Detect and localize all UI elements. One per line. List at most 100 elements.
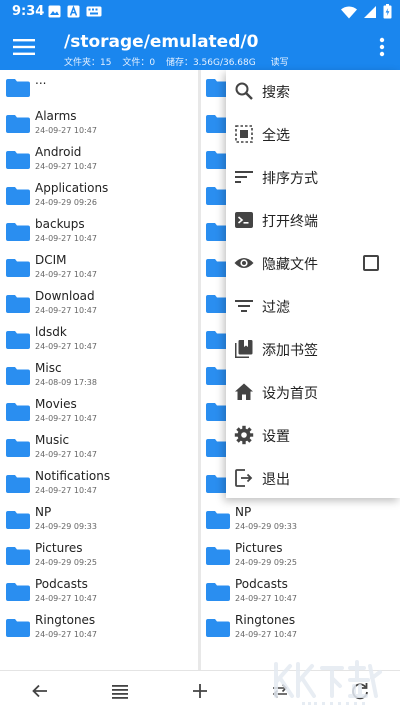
folder-row[interactable]: Movies 24-09-27 10:47 xyxy=(0,394,198,430)
more-options-icon[interactable] xyxy=(374,36,390,58)
file-name: Pictures xyxy=(235,541,283,555)
file-date: 24-09-29 09:33 xyxy=(35,522,97,531)
file-date: 24-09-27 10:47 xyxy=(235,630,297,639)
folder-row[interactable]: Music 24-09-27 10:47 xyxy=(0,430,198,466)
file-date: 24-09-27 10:47 xyxy=(35,486,97,495)
folder-row[interactable]: Ringtones 24-09-27 10:47 xyxy=(201,610,400,646)
overflow-menu: 搜索 全选 排序方式 打开终端 隐藏文件 过滤 添加书签 设为首页 设置 退出 xyxy=(226,70,400,498)
sort-icon xyxy=(235,171,253,183)
file-date: 24-09-27 10:47 xyxy=(35,342,97,351)
folder-icon xyxy=(6,583,30,601)
status-bar: 9:34 xyxy=(0,0,400,24)
menu-item-label: 隐藏文件 xyxy=(262,257,318,273)
home-icon xyxy=(235,383,253,400)
folder-icon xyxy=(206,511,230,529)
parent-folder-row[interactable]: ... xyxy=(0,70,198,106)
menu-item-label: 设置 xyxy=(262,429,290,445)
gear-icon xyxy=(234,425,254,445)
folder-row[interactable]: DCIM 24-09-27 10:47 xyxy=(0,250,198,286)
file-name: backups xyxy=(35,217,85,231)
file-date: 24-09-27 10:47 xyxy=(35,234,97,243)
folder-icon xyxy=(6,259,30,277)
battery-icon xyxy=(383,4,392,19)
filter-icon xyxy=(235,300,253,312)
file-date: 24-09-27 10:47 xyxy=(235,594,297,603)
file-date: 24-08-09 17:38 xyxy=(35,378,97,387)
folder-row[interactable]: NP 24-09-29 09:33 xyxy=(201,502,400,538)
file-date: 24-09-27 10:47 xyxy=(35,126,97,135)
file-date: 24-09-29 09:25 xyxy=(235,558,297,567)
folder-row[interactable]: ldsdk 24-09-27 10:47 xyxy=(0,322,198,358)
file-date: 24-09-29 09:26 xyxy=(35,198,97,207)
folder-icon xyxy=(6,439,30,457)
menu-item-label: 打开终端 xyxy=(262,214,318,230)
folder-row[interactable]: Download 24-09-27 10:47 xyxy=(0,286,198,322)
folder-icon xyxy=(6,295,30,313)
menu-item-search[interactable]: 搜索 xyxy=(226,70,400,113)
exit-icon xyxy=(235,469,253,487)
menu-item-sort[interactable]: 排序方式 xyxy=(226,156,400,199)
menu-item-label: 过滤 xyxy=(262,300,290,316)
menu-item-set-home[interactable]: 设为首页 xyxy=(226,371,400,414)
file-name: ... xyxy=(35,73,47,87)
wifi-icon xyxy=(341,5,357,19)
folder-row[interactable]: Notifications 24-09-27 10:47 xyxy=(0,466,198,502)
add-icon[interactable] xyxy=(190,681,210,701)
folder-row[interactable]: backups 24-09-27 10:47 xyxy=(0,214,198,250)
terminal-icon xyxy=(235,212,253,228)
file-name: Android xyxy=(35,145,82,159)
folder-icon xyxy=(6,511,30,529)
app-bar: /storage/emulated/0 文件夹：15 文件：0 储存：3.56G… xyxy=(0,24,400,70)
file-date: 24-09-27 10:47 xyxy=(35,450,97,459)
file-name: NP xyxy=(35,505,52,519)
folder-row[interactable]: Pictures 24-09-29 09:25 xyxy=(0,538,198,574)
menu-item-label: 设为首页 xyxy=(262,386,318,402)
storage-info: 文件夹：15 文件：0 储存：3.56G/36.68G 读写 xyxy=(64,55,297,68)
folder-row[interactable]: Android 24-09-27 10:47 xyxy=(0,142,198,178)
menu-item-terminal[interactable]: 打开终端 xyxy=(226,199,400,242)
folder-icon xyxy=(6,367,30,385)
folder-row[interactable]: Ringtones 24-09-27 10:47 xyxy=(0,610,198,646)
file-name: Ringtones xyxy=(235,613,296,627)
eye-icon xyxy=(234,258,254,268)
folder-icon xyxy=(6,115,30,133)
folder-row[interactable]: Alarms 24-09-27 10:47 xyxy=(0,106,198,142)
file-name: DCIM xyxy=(35,253,67,267)
folder-row[interactable]: Podcasts 24-09-27 10:47 xyxy=(0,574,198,610)
menu-item-select-all[interactable]: 全选 xyxy=(226,113,400,156)
folder-icon xyxy=(6,187,30,205)
menu-item-label: 搜索 xyxy=(262,85,290,101)
folder-row[interactable]: Misc 24-08-09 17:38 xyxy=(0,358,198,394)
file-name: Ringtones xyxy=(35,613,96,627)
menu-item-bookmark[interactable]: 添加书签 xyxy=(226,328,400,371)
menu-item-settings[interactable]: 设置 xyxy=(226,414,400,457)
left-file-pane[interactable]: ... Alarms 24-09-27 10:47 Android 24-09-… xyxy=(0,70,198,670)
folder-count: 文件夹：15 xyxy=(64,58,112,68)
file-date: 24-09-29 09:33 xyxy=(235,522,297,531)
menu-item-filter[interactable]: 过滤 xyxy=(226,285,400,328)
keyboard-icon xyxy=(86,6,102,17)
menu-icon[interactable] xyxy=(12,36,36,58)
file-date: 24-09-29 09:25 xyxy=(35,558,97,567)
hidden-files-checkbox[interactable] xyxy=(363,255,379,271)
file-name: Pictures xyxy=(35,541,83,555)
search-icon xyxy=(235,82,253,100)
folder-icon xyxy=(6,223,30,241)
menu-item-label: 排序方式 xyxy=(262,171,318,187)
file-date: 24-09-27 10:47 xyxy=(35,306,97,315)
folder-row[interactable]: NP 24-09-29 09:33 xyxy=(0,502,198,538)
back-arrow-icon[interactable] xyxy=(30,681,50,701)
file-name: Misc xyxy=(35,361,62,375)
folder-row[interactable]: Applications 24-09-29 09:26 xyxy=(0,178,198,214)
list-icon[interactable] xyxy=(110,681,130,701)
folder-icon xyxy=(206,547,230,565)
menu-item-hidden-files[interactable]: 隐藏文件 xyxy=(226,242,400,285)
file-date: 24-09-27 10:47 xyxy=(35,414,97,423)
select-all-icon xyxy=(235,125,253,143)
status-time: 9:34 xyxy=(12,4,45,19)
image-icon xyxy=(48,5,61,18)
folder-row[interactable]: Pictures 24-09-29 09:25 xyxy=(201,538,400,574)
menu-item-exit[interactable]: 退出 xyxy=(226,457,400,500)
folder-row[interactable]: Podcasts 24-09-27 10:47 xyxy=(201,574,400,610)
file-name: Notifications xyxy=(35,469,111,483)
